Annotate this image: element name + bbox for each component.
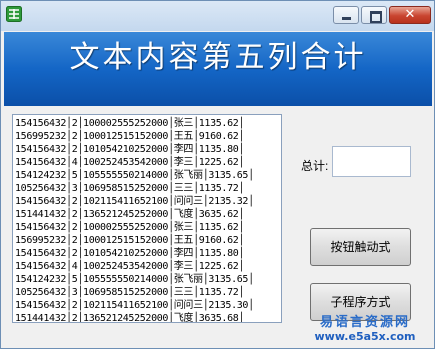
title-banner: 文本内容第五列合计: [4, 32, 432, 106]
text-line: 154156432│4│100252453542000│李三│1225.62│: [15, 157, 245, 168]
text-line: 154156432│2│101054210252000│李四│1135.80│: [15, 248, 245, 259]
text-line: 154156432│2│102115411652100│问问三│2135.32│: [15, 196, 254, 207]
content-textbox[interactable]: 154156432│2│100002555252000│张三│1135.62│ …: [12, 114, 282, 323]
app-icon: [6, 6, 22, 22]
text-line: 156995232│2│100012515152000│王五│9160.62│: [15, 235, 245, 246]
maximize-button[interactable]: [361, 6, 387, 24]
maximize-icon: [370, 11, 382, 23]
close-button[interactable]: ✕: [389, 6, 431, 24]
minimize-button[interactable]: [333, 6, 359, 24]
watermark-url: www.e5a5x.com: [314, 330, 416, 343]
text-line: 154124232│5│105555550214000│张飞丽│3135.65│: [15, 274, 254, 285]
watermark-text: 易语言资源网: [319, 315, 410, 330]
text-line: 105256432│3│106958515252000│三三│1135.72│: [15, 287, 245, 298]
text-line: 105256432│3│106958515252000│三三│1135.72│: [15, 183, 245, 194]
button-trigger-button[interactable]: 按钮触动式: [310, 228, 411, 266]
banner-title: 文本内容第五列合计: [69, 40, 367, 75]
text-line: 156995232│2│100012515152000│王五│9160.62│: [15, 131, 245, 142]
total-input[interactable]: [332, 146, 411, 177]
minimize-icon: [342, 17, 351, 20]
text-line: 154124232│5│105555550214000│张飞丽│3135.65│: [15, 170, 254, 181]
text-line: 151441432│2│136521245252000│飞度│3635.62│: [15, 209, 245, 220]
text-line: 154156432│2│100002555252000│张三│1135.62│: [15, 222, 245, 233]
text-line: 154156432│4│100252453542000│李三│1225.62│: [15, 261, 245, 272]
title-bar: ✕: [1, 1, 434, 31]
watermark-logo: 易语言资源网 www.e5a5x.com: [301, 311, 429, 347]
close-icon: ✕: [404, 7, 416, 22]
text-line: 154156432│2│102115411652100│问问三│2135.30│: [15, 300, 254, 311]
text-line: 154156432│2│101054210252000│李四│1135.80│: [15, 144, 245, 155]
total-label: 总计:: [301, 159, 329, 173]
text-line: 154156432│2│100002555252000│张三│1135.62│: [15, 118, 245, 129]
app-window: ✕ 文本内容第五列合计 154156432│2│100002555252000│…: [0, 0, 435, 349]
text-line: 151441432│2│136521245252000│飞度│3635.68│: [15, 313, 245, 323]
